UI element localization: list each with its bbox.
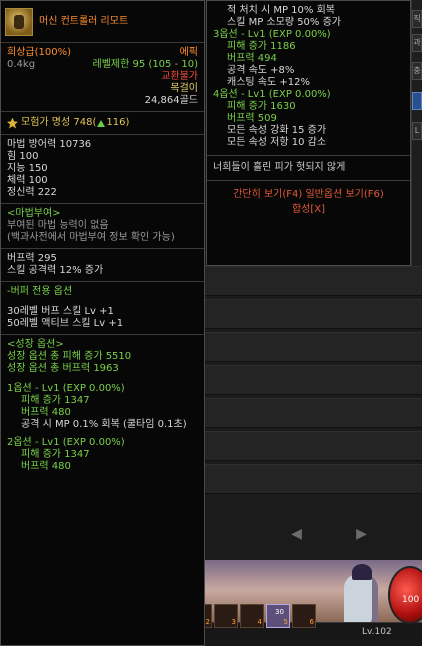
up-arrow-icon bbox=[97, 119, 106, 127]
option-line: 버프력 494 bbox=[227, 53, 277, 64]
inventory-row[interactable] bbox=[204, 299, 422, 329]
option-line: 피해 증가 1630 bbox=[227, 101, 296, 112]
inventory-row[interactable] bbox=[204, 365, 422, 395]
quickslot-number: 5 bbox=[283, 618, 288, 626]
tooltip-header: 머신 컨트롤러 리모트 bbox=[1, 1, 204, 43]
inventory-rows bbox=[204, 266, 422, 497]
next-page-icon[interactable]: ▶ bbox=[356, 527, 367, 541]
stat-line: 체력 100 bbox=[7, 175, 48, 186]
buffer-option-section: -버퍼 전용 옵션 30레벨 버프 스킬 Lv +1 50레벨 액티브 스킬 L… bbox=[1, 282, 204, 335]
item-grade: 에픽 bbox=[179, 47, 198, 58]
option-line: 스킬 MP 소모량 50% 증가 bbox=[227, 17, 341, 28]
buff-line: 스킬 공격력 12% 증가 bbox=[7, 265, 104, 276]
option1-title: 1옵션 - Lv1 (EXP 0.00%) bbox=[7, 383, 125, 394]
enchant-line: (백과사전에서 마법부여 정보 확인 가능) bbox=[7, 232, 175, 243]
item-rarity: 희상급(100%) bbox=[7, 47, 71, 58]
option-line: 피해 증가 1347 bbox=[21, 449, 90, 460]
fame-label: 모험가 명성 748( bbox=[21, 117, 97, 128]
combine-button[interactable]: 합성[X] bbox=[213, 204, 404, 216]
option-line: 모든 속성 저항 10 감소 bbox=[227, 137, 327, 148]
option-line: 버프력 509 bbox=[227, 113, 277, 124]
option-line: 피해 증가 1186 bbox=[227, 41, 296, 52]
option-line: 공격 속도 +8% bbox=[227, 65, 295, 76]
item-weight: 0.4kg bbox=[7, 59, 36, 70]
item-trade-status: 교환불가 bbox=[161, 71, 198, 82]
buff-section: 버프력 295 스킬 공격력 12% 증가 bbox=[1, 249, 204, 282]
buffer-option-title: -버퍼 전용 옵션 bbox=[7, 286, 73, 297]
player-hat bbox=[352, 564, 372, 580]
edge-tab-1[interactable]: 직 bbox=[412, 10, 422, 28]
stat-line: 지능 150 bbox=[7, 163, 48, 174]
option-line: 적 처치 시 MP 10% 회복 bbox=[227, 5, 335, 16]
divider bbox=[207, 155, 410, 156]
buffer-option-line: 50레벨 액티브 스킬 Lv +1 bbox=[7, 318, 124, 329]
item-tooltip: 머신 컨트롤러 리모트 희상급(100%) 에픽 0.4kg 레벨제한 95 (… bbox=[0, 0, 205, 646]
fame-section: 모험가 명성 748( 116) bbox=[1, 112, 204, 135]
option-line: 피해 증가 1347 bbox=[21, 395, 90, 406]
option2-title: 2옵션 - Lv1 (EXP 0.00%) bbox=[7, 437, 125, 448]
stat-line: 마법 방어력 10736 bbox=[7, 139, 92, 150]
pager: ◀ ▶ bbox=[264, 522, 394, 546]
stat-line: 정신력 222 bbox=[7, 187, 57, 198]
growth-summary: 성장 옵션 총 피해 증가 5510 bbox=[7, 351, 132, 362]
item-tooltip-continued: 적 처치 시 MP 10% 회복 스킬 MP 소모량 50% 증가 3옵션 - … bbox=[206, 0, 411, 266]
quickslot-number: 3 bbox=[231, 618, 236, 626]
fame-delta: 116 bbox=[106, 117, 126, 128]
quickslot[interactable]: 3 bbox=[214, 604, 238, 628]
quickslot-number: 6 bbox=[309, 618, 314, 626]
quickslot-active[interactable]: 30 5 bbox=[266, 604, 290, 628]
item-name: 머신 컨트롤러 리모트 bbox=[39, 15, 129, 27]
enchant-section: <마법부여> 부여된 마법 능력이 없음 (백과사전에서 마법부여 정보 확인 … bbox=[1, 204, 204, 249]
inventory-row[interactable] bbox=[204, 332, 422, 362]
quickslot[interactable]: 4 bbox=[240, 604, 264, 628]
option-line: 캐스팅 속도 +12% bbox=[227, 77, 310, 88]
option-line: 공격 시 MP 0.1% 회복 (쿨타임 0.1초) bbox=[21, 419, 187, 430]
fame-icon bbox=[7, 117, 18, 129]
stat-line: 힘 100 bbox=[7, 151, 39, 162]
view-toggle-buttons[interactable]: 간단히 보기(F4) 일반옵션 보기(F6) bbox=[213, 189, 404, 201]
growth-title: <성장 옵션> bbox=[7, 339, 64, 350]
quickslot-number: 4 bbox=[257, 618, 262, 626]
item-price: 24,864골드 bbox=[144, 95, 198, 106]
player-level: Lv.102 bbox=[362, 627, 392, 637]
quickslot[interactable]: 6 bbox=[292, 604, 316, 628]
quickslot-number: 2 bbox=[205, 618, 210, 626]
edge-tab-selected[interactable] bbox=[412, 92, 422, 110]
flavor-text: 너희들이 흘린 피가 헛되지 않게 bbox=[213, 162, 346, 173]
divider bbox=[207, 180, 410, 181]
inventory-row[interactable] bbox=[204, 431, 422, 461]
item-level-req: 레벨제한 95 (105 - 10) bbox=[92, 59, 198, 70]
item-slot: 목걸이 bbox=[170, 83, 198, 94]
growth-summary: 성장 옵션 총 버프력 1963 bbox=[7, 363, 119, 374]
inventory-row[interactable] bbox=[204, 266, 422, 296]
stats-section: 마법 방어력 10736 힘 100 지능 150 체력 100 정신력 222 bbox=[1, 135, 204, 204]
fame-close: ) bbox=[125, 117, 130, 128]
hp-value: 100 bbox=[402, 595, 420, 605]
option-line: 버프력 480 bbox=[21, 407, 71, 418]
remote-controller-icon bbox=[5, 7, 33, 36]
growth-section: <성장 옵션> 성장 옵션 총 피해 증가 5510 성장 옵션 총 버프력 1… bbox=[1, 335, 204, 477]
enchant-line: 부여된 마법 능력이 없음 bbox=[7, 220, 109, 231]
enchant-title: <마법부여> bbox=[7, 208, 61, 219]
item-basic-info: 희상급(100%) 에픽 0.4kg 레벨제한 95 (105 - 10) 교환… bbox=[1, 43, 204, 112]
option-line: 모든 속성 강화 15 증가 bbox=[227, 125, 327, 136]
edge-tab-3[interactable]: 충 bbox=[412, 62, 422, 80]
prev-page-icon[interactable]: ◀ bbox=[291, 527, 302, 541]
option-line: 버프력 480 bbox=[21, 461, 71, 472]
edge-tab-5[interactable]: L bbox=[412, 122, 422, 140]
option3-title: 3옵션 - Lv1 (EXP 0.00%) bbox=[213, 29, 331, 40]
inventory-row[interactable] bbox=[204, 398, 422, 428]
option4-title: 4옵션 - Lv1 (EXP 0.00%) bbox=[213, 89, 331, 100]
edge-tab-2[interactable]: 과 bbox=[412, 34, 422, 52]
buff-line: 버프력 295 bbox=[7, 253, 57, 264]
buffer-option-line: 30레벨 버프 스킬 Lv +1 bbox=[7, 306, 114, 317]
inventory-row[interactable] bbox=[204, 464, 422, 494]
